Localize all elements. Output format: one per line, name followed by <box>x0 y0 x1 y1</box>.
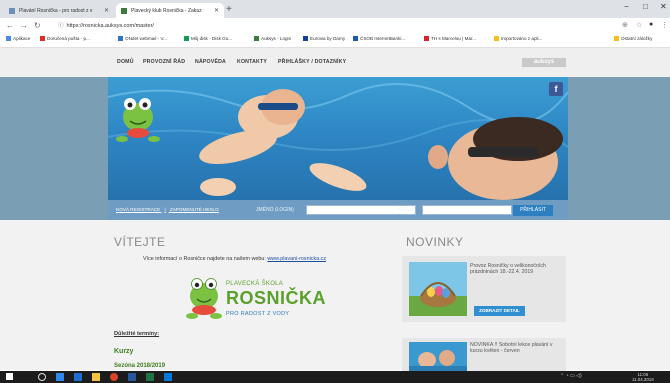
task-view-icon[interactable] <box>56 373 64 381</box>
close-tab-icon[interactable]: ✕ <box>214 7 219 14</box>
login-bar: NOVÁ REGISTRACE | ZAPOMENUTÉ HESLO JMÉNO… <box>108 200 568 220</box>
bookmark-item[interactable]: Eurovia by Darny <box>303 36 345 41</box>
bookmark-favicon-icon <box>353 36 358 41</box>
folder-icon <box>614 36 619 41</box>
close-tab-icon[interactable]: ✕ <box>104 7 109 14</box>
star-icon[interactable]: ☆ <box>636 21 642 29</box>
hero-image <box>108 77 568 200</box>
edge-icon[interactable] <box>74 373 82 381</box>
browser-tab-bar: Plavání Rosnička - pro radost z v ✕ Plav… <box>0 0 670 18</box>
search-icon[interactable] <box>38 373 46 381</box>
folder-icon <box>494 36 499 41</box>
maximize-button[interactable]: □ <box>643 2 648 11</box>
excel-icon[interactable] <box>146 373 154 381</box>
bookmark-item[interactable]: Importováno z apli... <box>494 36 542 41</box>
website-link[interactable]: www.plavani-rosnicka.cz <box>267 256 326 262</box>
tab-title: Plavecký klub Rosnička - Zakaz <box>131 7 202 14</box>
nav-help[interactable]: NÁPOVĚDA <box>195 59 226 65</box>
facebook-icon[interactable]: f <box>549 82 563 96</box>
profile-icon[interactable]: ● <box>649 21 653 28</box>
date-text: 11.04.2019 <box>632 377 654 382</box>
link-separator: | <box>164 207 166 212</box>
important-dates-heading: Důležité termíny: <box>114 331 160 337</box>
back-arrow-icon[interactable]: ← <box>6 21 14 30</box>
bookmark-item[interactable]: ČSOB InternetBanki... <box>353 36 405 41</box>
nav-operating-rules[interactable]: PROVOZNÍ ŘÁD <box>143 59 185 65</box>
bookmark-favicon-icon <box>254 36 259 41</box>
url-field[interactable]: ⓘ https://rosnicka.auksys.com/master/ <box>58 21 598 31</box>
forward-arrow-icon[interactable]: → <box>20 21 28 30</box>
news-item: NOVINKA !! Sobotní lekce plavání v kurzu… <box>402 338 566 371</box>
bookmark-favicon-icon <box>118 36 123 41</box>
bookmark-item[interactable]: TH s Marcelou | Mar... <box>424 36 476 41</box>
password-label: HESLO <box>397 207 414 213</box>
clock[interactable]: 11:06 11.04.2019 <box>632 372 654 382</box>
bookmark-item[interactable]: ONdet webmail - V... <box>118 36 167 41</box>
menu-icon[interactable]: ⋮ <box>661 21 668 29</box>
url-text: https://rosnicka.auksys.com/master/ <box>66 23 154 29</box>
logo-tagline: PRO RADOST Z VODY <box>226 311 290 317</box>
news-text: Provoz Rosničky o velikonočních prázdnin… <box>470 263 546 276</box>
bookmark-favicon-icon <box>303 36 308 41</box>
login-button[interactable]: PŘIHLÁSIT <box>513 205 553 216</box>
close-window-button[interactable]: ✕ <box>660 2 667 11</box>
news-text: NOVINKA !! Sobotní lekce plavání v kurzu… <box>470 342 553 355</box>
brand-logo[interactable]: auksys <box>522 58 566 67</box>
tab-title: Plavání Rosnička - pro radost z v <box>19 7 93 14</box>
windows-start-icon[interactable] <box>6 373 13 380</box>
new-tab-button[interactable]: + <box>226 3 232 16</box>
password-input[interactable] <box>422 205 512 215</box>
lock-icon: ⓘ <box>58 23 64 29</box>
welcome-title: VÍTEJTE <box>114 235 166 249</box>
bookmark-item[interactable]: Doručená pošta - p... <box>40 36 90 41</box>
intro-text: Více informací o Rosničce najdete na naš… <box>143 256 327 262</box>
bookmark-item[interactable]: Auksys - Login <box>254 36 291 41</box>
file-explorer-icon[interactable] <box>92 373 100 381</box>
address-bar-row: ← → ↻ ⓘ https://rosnicka.auksys.com/maste… <box>0 18 670 34</box>
new-registration-link[interactable]: NOVÁ REGISTRACE <box>116 207 160 212</box>
bookmark-item[interactable]: Ostatní záložky <box>614 36 652 41</box>
gmail-icon <box>40 36 45 41</box>
system-tray-icons[interactable]: ⌃ ◔ ▭ ◁) <box>560 373 582 379</box>
nav-home[interactable]: DOMŮ <box>117 59 134 65</box>
outlook-icon[interactable] <box>164 373 172 381</box>
login-links: NOVÁ REGISTRACE | ZAPOMENUTÉ HESLO <box>116 207 219 212</box>
drive-icon <box>184 36 189 41</box>
news-title: NOVINKY <box>406 235 464 249</box>
zoom-icon[interactable]: ⊕ <box>622 21 628 29</box>
windows-taskbar: ⌃ ◔ ▭ ◁) 11:06 11.04.2019 <box>0 371 670 383</box>
easter-basket-image <box>409 262 467 316</box>
word-icon[interactable] <box>128 373 136 381</box>
page-favicon-icon <box>9 7 15 14</box>
username-label: JMÉNO (LOGIN) <box>256 207 294 213</box>
bookmarks-bar: Aplikace Doručená pošta - p... ONdet web… <box>0 34 670 48</box>
news-item: Provoz Rosničky o velikonočních prázdnin… <box>402 256 566 322</box>
bookmark-item[interactable]: Aplikace <box>6 36 30 41</box>
page-favicon-icon <box>121 7 127 14</box>
reload-icon[interactable]: ↻ <box>34 21 41 30</box>
bookmark-item[interactable]: Můj disk - Disk Go... <box>184 36 232 41</box>
minimize-button[interactable]: − <box>624 2 629 11</box>
chrome-icon[interactable] <box>110 373 118 381</box>
frog-logo-icon <box>186 278 222 319</box>
site-navigation: DOMŮ PROVOZNÍ ŘÁD NÁPOVĚDA KONTAKTY PŘIH… <box>0 48 670 77</box>
forgot-password-link[interactable]: ZAPOMENUTÉ HESLO <box>170 207 219 212</box>
courses-heading: Kurzy <box>114 348 134 355</box>
apps-icon <box>6 36 11 41</box>
logo-subtitle: PLAVECKÁ ŠKOLA <box>226 281 284 287</box>
nav-contacts[interactable]: KONTAKTY <box>237 59 267 65</box>
browser-tab-1[interactable]: Plavání Rosnička - pro radost z v ✕ <box>4 3 114 18</box>
browser-tab-2[interactable]: Plavecký klub Rosnička - Zakaz ✕ <box>116 3 224 18</box>
nav-applications[interactable]: PŘIHLÁŠKY / DOTAZNÍKY <box>278 59 346 65</box>
show-detail-button[interactable]: ZOBRAZIT DETAIL <box>474 306 525 316</box>
season-heading: Sezóna 2018/2019 <box>114 363 166 369</box>
pool-photo-image <box>409 342 467 371</box>
swimming-photo <box>108 82 568 200</box>
bookmark-favicon-icon <box>424 36 429 41</box>
logo-title: ROSNIČKA <box>226 288 327 308</box>
